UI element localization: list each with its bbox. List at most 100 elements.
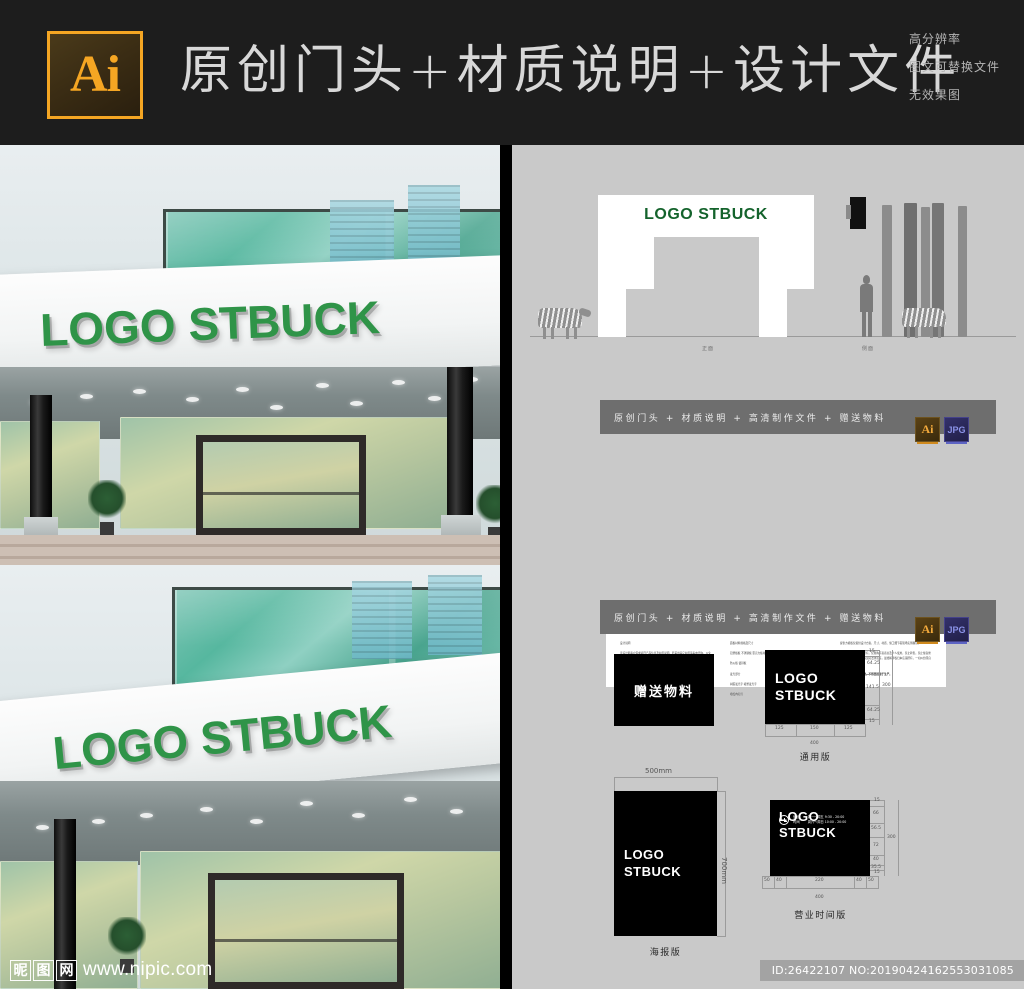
jpg-badge-label: JPG [947,624,966,635]
ai-file-badge[interactable]: Ai [915,417,940,444]
general-height-total: 300 [882,683,891,688]
header-note-2: 图文可替换文件 [908,60,1000,74]
entrance-steps [0,535,500,565]
header-note-1: 高分辨率 [908,32,961,46]
poster-page: Ai 原创门头+材质说明+设计文件 高分辨率 图文可替换文件 无效果图 LOGO… [0,0,1024,989]
ceiling-light [186,397,199,402]
dim-line [786,876,787,888]
reflected-tower-2 [428,575,482,655]
gate-leg-right [759,237,787,337]
potted-plant-left [108,917,146,973]
hours-height-dim-3: 56.5 [871,826,882,831]
ceiling-light [36,825,49,830]
dim-line [898,800,899,876]
hours-width-dim-5: 50 [868,878,874,883]
ceiling-light [316,383,329,388]
general-version-caption: 通用版 [799,753,832,763]
clock-icon [779,815,789,826]
zebra-leg [574,327,577,339]
ceiling-light [236,387,249,392]
hours-width-dim-3: 220 [815,878,824,883]
zebra-silhouette-right [902,308,946,338]
header-bar: Ai 原创门头+材质说明+设计文件 高分辨率 图文可替换文件 无效果图 [0,0,1024,145]
illustrator-logo-text: Ai [70,46,121,103]
entrance-door [196,435,366,535]
jpg-file-badge[interactable]: JPG [944,417,969,444]
ceiling-light [352,813,365,818]
hours-width-dim-2: 40 [776,878,782,883]
potted-plant-left [88,480,126,536]
zebra-leg [938,326,941,338]
header-note-3: 无效果图 [908,88,961,102]
dim-line [717,936,726,937]
pillar-base-right [441,515,481,537]
hours-height-total: 300 [887,835,896,840]
photo-column: LOGO STBUCK LOGO STBUCK 昵 图 网 www.nipic.… [0,145,500,989]
hours-version-caption: 营业时间版 [794,911,847,921]
facade-pillar-right [447,367,473,522]
person-leg [862,310,866,337]
front-view-label: 正面 [701,346,714,352]
dim-line [717,777,718,791]
person-body [860,284,873,312]
potted-plant-right [476,485,500,541]
white-canopy-top: LOGO STBUCK [0,255,500,385]
ceiling-light [404,797,417,802]
dim-line [865,705,879,706]
poster-width-label: 500mm [645,767,672,775]
dim-line [765,736,866,737]
dim-line [866,876,867,888]
dim-line [614,777,717,778]
dim-line [870,806,884,807]
dim-line [865,656,879,657]
general-height-dim-3: 141.5 [866,685,879,690]
watermark-char-3: 网 [56,959,77,981]
ceiling-light [450,809,463,814]
facade-pillar-left [30,395,52,523]
ai-file-badge[interactable]: Ai [915,617,940,644]
watermark-char-1: 昵 [10,959,31,981]
person-leg [868,310,872,337]
dim-line [774,876,775,888]
illustrator-logo: Ai [47,31,143,119]
ceiling-light [200,807,213,812]
spec-body: 设计说明 [620,642,631,645]
general-height-dim-5: 15 [869,719,875,724]
ceiling-light [80,394,93,399]
dim-line [717,791,726,792]
dim-line [854,876,855,888]
zebra-leg [543,327,546,339]
jpg-file-badge[interactable]: JPG [944,617,969,644]
ceiling-light [350,401,363,406]
dim-line [765,724,865,725]
hours-height-dim-1: 15 [874,798,880,803]
entrance-door [208,873,404,989]
file-badges-1: Ai JPG [915,417,969,444]
pillar-base-left [24,517,58,537]
ceiling-light [392,380,405,385]
file-badges-2: Ai JPG [915,617,969,644]
general-height-dim-2: 64.25 [867,661,880,666]
ceiling-light [270,405,283,410]
gate-sign-panel: LOGO STBUCK [598,195,814,237]
tree-silhouette [958,206,967,337]
hours-height-dim-2: 66 [873,811,879,816]
ceiling-light [250,819,263,824]
ceiling-light [133,389,146,394]
hours-row-weekend: 周六～周日 10:00 - 20:00 [807,820,847,825]
image-id-tag: ID:26422107 NO:20190424162553031085 [759,960,1024,981]
zebra-leg [915,326,918,338]
dim-line [762,876,878,877]
general-width-dim-1: 125 [775,726,784,731]
poster-logo-line2: STBUCK [624,863,682,879]
canopy-sign-text: LOGO STBUCK [39,291,381,357]
poster-version-caption: 海报版 [649,948,682,958]
ai-badge-label: Ai [921,622,934,636]
dim-line [762,876,763,888]
gate-elevation-scene: LOGO STBUCK 正面 侧面 [512,145,1024,395]
poster-height-label: 700mm [720,857,728,884]
hours-version-card: LOGO STBUCK 营业 时间 周一～周五 9:30 - 20:00 周六～… [770,800,870,876]
hours-height-dim-4: 72 [873,843,879,848]
poster-logo-line1: LOGO [624,846,665,862]
dim-line [762,888,879,889]
